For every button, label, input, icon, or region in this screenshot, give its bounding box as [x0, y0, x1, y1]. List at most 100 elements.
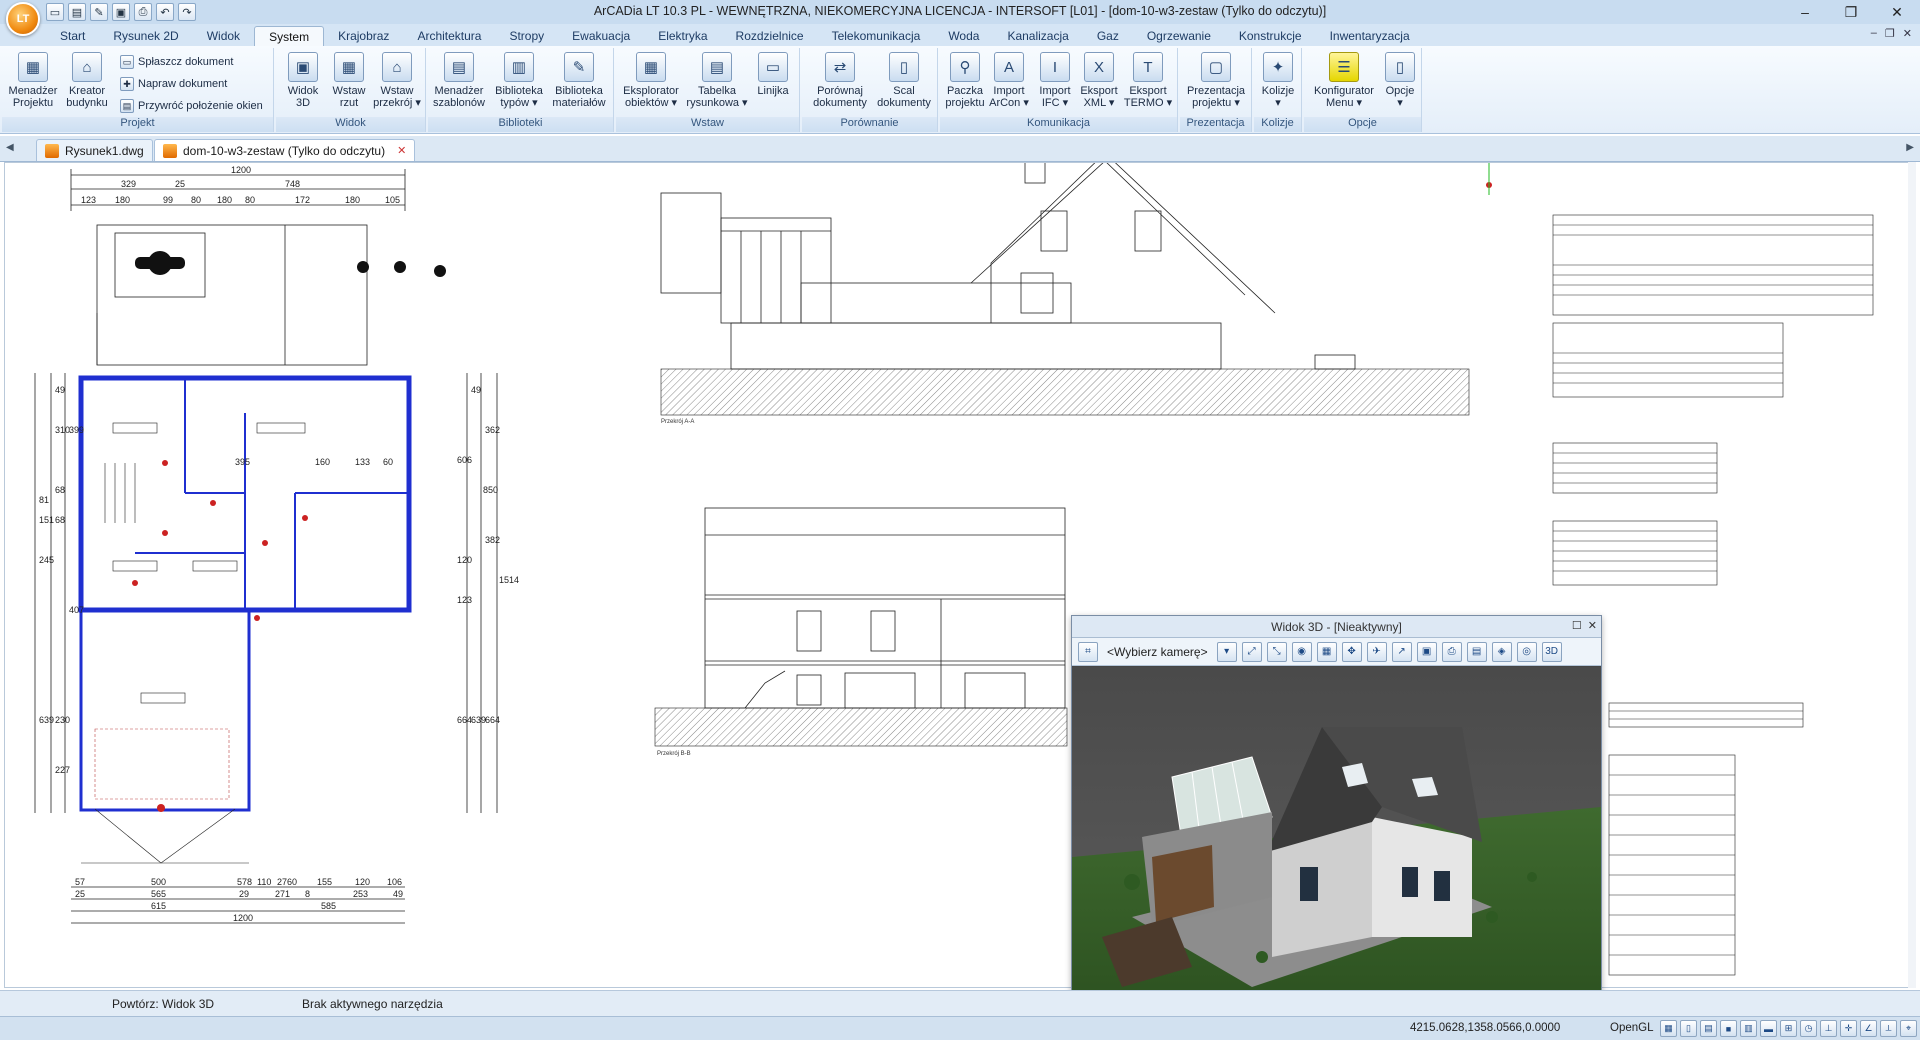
new-icon[interactable]: ▭	[46, 3, 64, 21]
object-snap-icon[interactable]: ⟂	[1880, 1020, 1897, 1037]
tab-inwentaryzacja[interactable]: Inwentaryzacja	[1316, 26, 1424, 46]
cursor-cross-icon[interactable]: ✛	[1840, 1020, 1857, 1037]
drawing-canvas[interactable]: 1200 329 25 748 123 180 99 80 180 80 172…	[4, 162, 1912, 988]
zoom-extents-icon[interactable]: ⤢	[1241, 641, 1262, 662]
walk-icon[interactable]: ↗	[1391, 641, 1412, 662]
render-icon[interactable]: ▦	[1316, 641, 1337, 662]
scal-dokumenty-button[interactable]: ▯ Scal dokumenty	[874, 52, 934, 109]
doc-tab-rysunek1[interactable]: Rysunek1.dwg	[36, 139, 153, 161]
import-ifc-button[interactable]: I Import IFC ▾	[1032, 52, 1078, 109]
redo-icon[interactable]: ↷	[178, 3, 196, 21]
camera-select[interactable]: <Wybierz kamerę>	[1103, 645, 1212, 659]
section-terrain-hatch	[654, 707, 1068, 747]
close-button[interactable]: ✕	[1874, 0, 1920, 24]
view-3d-viewport[interactable]	[1072, 667, 1601, 1012]
lineweight-toggle-icon[interactable]: ▬	[1760, 1020, 1777, 1037]
polar-tracking-icon[interactable]: ◷	[1800, 1020, 1817, 1037]
tab-system[interactable]: System	[254, 26, 325, 46]
kreator-budynku-button[interactable]: ⌂ Kreator budynku	[60, 52, 114, 109]
tabs-scroll-right-icon[interactable]: ▶	[1906, 142, 1914, 153]
tab-gaz[interactable]: Gaz	[1083, 26, 1133, 46]
dim-right-6: 120	[457, 555, 472, 565]
panel-toggle-icon[interactable]: ▯	[1680, 1020, 1697, 1037]
color-toggle-icon[interactable]: ■	[1720, 1020, 1737, 1037]
maximize-button[interactable]: ❐	[1828, 0, 1874, 24]
zoom-window-icon[interactable]: ⤡	[1266, 641, 1287, 662]
kolizje-button[interactable]: ✦ Kolizje ▾	[1251, 52, 1305, 109]
layers-toggle-icon[interactable]: ▤	[1700, 1020, 1717, 1037]
ribbon-restore-button[interactable]: ❐	[1885, 27, 1895, 40]
tab-elektryka[interactable]: Elektryka	[644, 26, 721, 46]
tab-kanalizacja[interactable]: Kanalizacja	[993, 26, 1082, 46]
dim-left-6: 151	[39, 515, 54, 525]
paczka-projektu-button[interactable]: ⚲ Paczka projektu	[940, 52, 990, 109]
eksport-termo-button[interactable]: T Eksport TERMO ▾	[1122, 52, 1174, 109]
eksplorator-obiektow-button[interactable]: ▦ Eksplorator obiektów ▾	[620, 52, 682, 109]
package-icon: ⚲	[950, 52, 980, 82]
pan-icon[interactable]: ✥	[1341, 641, 1362, 662]
tabs-scroll-left-icon[interactable]: ◀	[6, 142, 14, 153]
layers-icon[interactable]: ▤	[1466, 641, 1487, 662]
tabelka-rysunkowa-button[interactable]: ▤ Tabelka rysunkowa ▾	[686, 52, 748, 109]
view-3d-mode-icon[interactable]: 3D	[1541, 641, 1562, 662]
opcje-button[interactable]: ▯ Opcje ▾	[1380, 52, 1420, 109]
orbit-icon[interactable]: ◉	[1291, 641, 1312, 662]
angle-snap-icon[interactable]: ∠	[1860, 1020, 1877, 1037]
repeat-command[interactable]: Powtórz: Widok 3D	[112, 997, 214, 1011]
table-toggle-icon[interactable]: ▥	[1740, 1020, 1757, 1037]
menadzer-szablonow-button[interactable]: ▤ Menadżer szablonów	[432, 52, 486, 109]
dropdown-arrow-icon[interactable]: ▾	[1216, 641, 1237, 662]
tab-ewakuacja[interactable]: Ewakuacja	[558, 26, 644, 46]
menadzer-projektu-button[interactable]: ▦ Menadżer Projektu	[6, 52, 60, 109]
biblioteka-typow-button[interactable]: ▥ Biblioteka typów ▾	[492, 52, 546, 109]
view-3d-title: Widok 3D - [Nieaktywny]	[1072, 616, 1601, 638]
tab-stropy[interactable]: Stropy	[495, 26, 558, 46]
doc-tab-dom-10[interactable]: dom-10-w3-zestaw (Tylko do odczytu) ✕	[154, 139, 416, 161]
import-arcon-button[interactable]: A Import ArCon ▾	[986, 52, 1032, 109]
tab-ogrzewanie[interactable]: Ogrzewanie	[1133, 26, 1225, 46]
eksport-xml-button[interactable]: X Eksport XML ▾	[1076, 52, 1122, 109]
view-3d-close-icon[interactable]: ✕	[1588, 619, 1597, 632]
view-3d-restore-icon[interactable]: ☐	[1572, 619, 1582, 632]
close-tab-icon[interactable]: ✕	[397, 144, 406, 157]
tab-krajobraz[interactable]: Krajobraz	[324, 26, 403, 46]
snapshot-icon[interactable]: ◎	[1516, 641, 1537, 662]
tab-woda[interactable]: Woda	[934, 26, 993, 46]
print-view-icon[interactable]: ⎙	[1441, 641, 1462, 662]
splaszcz-dokument-button[interactable]: ▭ Spłaszcz dokument	[120, 52, 233, 72]
edit-icon[interactable]: ✎	[90, 3, 108, 21]
ribbon-close-button[interactable]: ✕	[1903, 27, 1912, 40]
open-icon[interactable]: ▤	[68, 3, 86, 21]
undo-icon[interactable]: ↶	[156, 3, 174, 21]
porownaj-dokumenty-button[interactable]: ⇄ Porównaj dokumenty	[808, 52, 872, 109]
wstaw-rzut-button[interactable]: ▦ Wstaw rzut	[322, 52, 376, 109]
ribbon-minimize-button[interactable]: –	[1871, 27, 1877, 40]
wstaw-przekroj-button[interactable]: ⌂ Wstaw przekrój ▾	[370, 52, 424, 109]
linijka-button[interactable]: ▭ Linijka	[746, 52, 800, 97]
snap-settings-icon[interactable]: ⌖	[1900, 1020, 1917, 1037]
grid-snap-icon[interactable]: ⊞	[1780, 1020, 1797, 1037]
minimize-button[interactable]: –	[1782, 0, 1828, 24]
tab-widok[interactable]: Widok	[193, 26, 254, 46]
fly-icon[interactable]: ✈	[1366, 641, 1387, 662]
tab-konstrukcje[interactable]: Konstrukcje	[1225, 26, 1316, 46]
app-logo[interactable]: LT	[6, 2, 40, 36]
print-icon[interactable]: ⎙	[134, 3, 152, 21]
vertical-scrollbar[interactable]	[1908, 162, 1916, 988]
tab-rozdzielnice[interactable]: Rozdzielnice	[722, 26, 818, 46]
grid-toggle-icon[interactable]: ▦	[1660, 1020, 1677, 1037]
prezentacja-projektu-button[interactable]: ▢ Prezentacja projektu ▾	[1182, 52, 1250, 109]
biblioteka-materialow-button[interactable]: ✎ Biblioteka materiałów	[552, 52, 606, 109]
save-icon[interactable]: ▣	[112, 3, 130, 21]
przywroc-polozenie-button[interactable]: ▤ Przywróć położenie okien	[120, 96, 263, 116]
tab-architektura[interactable]: Architektura	[403, 26, 495, 46]
konfigurator-menu-button[interactable]: ☰ Konfigurator Menu ▾	[1306, 52, 1382, 109]
tab-start[interactable]: Start	[46, 26, 99, 46]
napraw-dokument-button[interactable]: ✚ Napraw dokument	[120, 74, 227, 94]
tab-telekomunikacja[interactable]: Telekomunikacja	[818, 26, 935, 46]
save-view-icon[interactable]: ▣	[1416, 641, 1437, 662]
tab-rysunek-2d[interactable]: Rysunek 2D	[99, 26, 192, 46]
camera-icon[interactable]: ⌗	[1078, 641, 1098, 662]
materials-icon[interactable]: ◈	[1491, 641, 1512, 662]
ortho-icon[interactable]: ⊥	[1820, 1020, 1837, 1037]
